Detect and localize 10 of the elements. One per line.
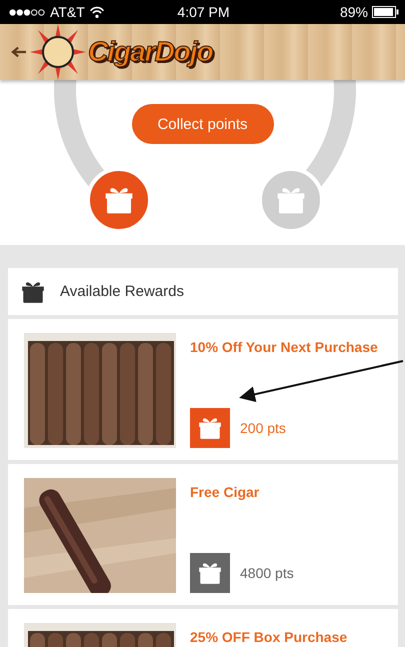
rewards-title: Available Rewards	[60, 283, 184, 300]
clock-time: 4:07 PM	[177, 4, 230, 20]
battery-percent: 89%	[340, 4, 368, 20]
points-cost: 4800 pts	[240, 565, 294, 581]
points-cost: 200 pts	[240, 420, 286, 436]
collect-points-button[interactable]: Collect points	[132, 104, 274, 144]
carrier-name: AT&T	[50, 4, 85, 20]
logo-text: CigarDojo	[88, 36, 213, 68]
reward-title[interactable]: 10% Off Your Next Purchase	[190, 337, 382, 357]
reward-title[interactable]: Free Cigar	[190, 482, 382, 502]
